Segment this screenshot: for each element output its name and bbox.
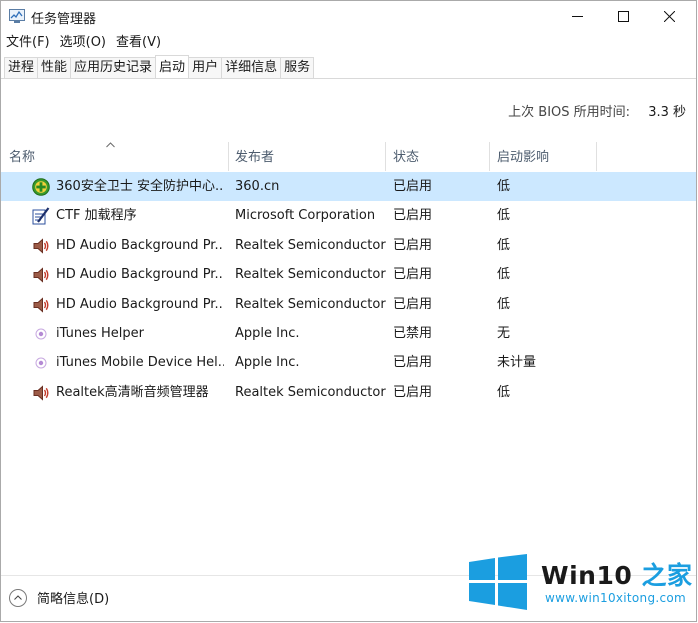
row-name: 360安全卫士 安全防护中心...: [56, 179, 224, 194]
ctf-loader-icon: [32, 207, 50, 225]
row-impact: 无: [497, 325, 511, 341]
tab-processes[interactable]: 进程: [4, 57, 39, 78]
row-status: 已禁用: [393, 325, 433, 341]
table-row[interactable]: Realtek高清晰音频管理器 Realtek Semiconductor 已启…: [1, 378, 696, 407]
chevron-up-icon: [9, 588, 27, 607]
row-impact: 低: [497, 267, 511, 283]
speaker-icon: [33, 267, 49, 283]
menu-bar: 文件(F) 选项(O) 查看(V): [1, 33, 166, 53]
startup-list: 360安全卫士 安全防护中心... 360.cn 已启用 低 CTF 加载程序 …: [1, 172, 696, 407]
row-publisher: Apple Inc.: [235, 355, 300, 371]
fewer-details-label: 简略信息(D): [37, 592, 110, 607]
menu-file[interactable]: 文件(F): [1, 33, 55, 53]
360-shield-icon: [32, 178, 50, 196]
tab-bar: 进程 性能 应用历史记录 启动 用户 详细信息 服务: [1, 55, 696, 79]
row-publisher: Apple Inc.: [235, 325, 300, 341]
speaker-icon: [33, 238, 49, 254]
row-status: 已启用: [393, 296, 433, 312]
row-name: HD Audio Background Pr...: [56, 296, 224, 312]
win10-watermark: Win10 之家 www.win10xitong.com: [467, 554, 697, 610]
row-impact: 低: [497, 179, 511, 194]
itunes-icon: [35, 357, 47, 369]
row-status: 已启用: [393, 179, 433, 194]
column-header-impact[interactable]: 启动影响: [490, 142, 597, 171]
maximize-icon: [617, 11, 629, 22]
bios-time-label: 上次 BIOS 所用时间:: [508, 105, 631, 120]
row-impact: 低: [497, 296, 511, 312]
row-name: HD Audio Background Pr...: [56, 237, 224, 253]
watermark-title-b: 之家: [632, 561, 693, 590]
title-bar: 任务管理器: [1, 1, 696, 32]
minimize-button[interactable]: [554, 1, 600, 32]
row-name: CTF 加载程序: [56, 208, 137, 224]
menu-options[interactable]: 选项(O): [55, 33, 111, 53]
row-status: 已启用: [393, 267, 433, 283]
task-manager-icon: [9, 9, 25, 23]
row-publisher: Realtek Semiconductor: [235, 237, 386, 253]
row-publisher: 360.cn: [235, 179, 280, 194]
table-row[interactable]: HD Audio Background Pr... Realtek Semico…: [1, 260, 696, 289]
minimize-icon: [571, 16, 583, 17]
tab-app-history[interactable]: 应用历史记录: [70, 57, 157, 78]
bios-time-value: 3.3 秒: [648, 105, 686, 120]
window-title: 任务管理器: [31, 12, 97, 27]
maximize-button[interactable]: [600, 1, 646, 32]
table-row[interactable]: iTunes Mobile Device Hel... Apple Inc. 已…: [1, 348, 696, 377]
row-impact: 未计量: [497, 355, 537, 371]
close-button[interactable]: [646, 1, 692, 32]
tab-services[interactable]: 服务: [280, 57, 315, 78]
row-impact: 低: [497, 384, 511, 400]
table-header: 名称 发布者 状态 启动影响: [1, 142, 696, 171]
tab-users[interactable]: 用户: [188, 57, 223, 78]
row-impact: 低: [497, 237, 511, 253]
row-name: iTunes Mobile Device Hel...: [56, 355, 224, 371]
watermark-title: Win10 之家: [541, 556, 692, 592]
windows-logo-icon: [469, 554, 527, 610]
row-publisher: Realtek Semiconductor: [235, 384, 386, 400]
row-status: 已启用: [393, 384, 433, 400]
row-status: 已启用: [393, 208, 433, 224]
tab-details[interactable]: 详细信息: [221, 57, 282, 78]
menu-view[interactable]: 查看(V): [111, 33, 166, 53]
column-header-status[interactable]: 状态: [386, 142, 490, 171]
table-row[interactable]: HD Audio Background Pr... Realtek Semico…: [1, 290, 696, 319]
watermark-title-a: Win10: [541, 561, 633, 590]
table-row[interactable]: CTF 加载程序 Microsoft Corporation 已启用 低: [1, 201, 696, 230]
row-impact: 低: [497, 208, 511, 224]
row-name: Realtek高清晰音频管理器: [56, 384, 209, 400]
bios-time: 上次 BIOS 所用时间: 3.3 秒: [508, 101, 686, 120]
row-name: HD Audio Background Pr...: [56, 267, 224, 283]
row-publisher: Realtek Semiconductor: [235, 267, 386, 283]
table-row[interactable]: 360安全卫士 安全防护中心... 360.cn 已启用 低: [1, 172, 696, 202]
row-publisher: Realtek Semiconductor: [235, 296, 386, 312]
speaker-icon: [33, 296, 49, 313]
column-header-publisher[interactable]: 发布者: [229, 142, 386, 171]
tab-startup[interactable]: 启动: [155, 55, 190, 78]
row-status: 已启用: [393, 237, 433, 253]
table-row[interactable]: HD Audio Background Pr... Realtek Semico…: [1, 231, 696, 260]
task-manager-window: 任务管理器 文件(F) 选项(O) 查看(V) 进程 性能 应用历史记录 启动 …: [0, 0, 697, 622]
itunes-icon: [35, 328, 47, 340]
tab-performance[interactable]: 性能: [37, 57, 72, 78]
fewer-details-button[interactable]: 简略信息(D): [9, 588, 109, 607]
row-name: iTunes Helper: [56, 325, 144, 341]
speaker-icon: [33, 385, 49, 401]
watermark-url: www.win10xitong.com: [545, 591, 687, 605]
row-publisher: Microsoft Corporation: [235, 208, 376, 224]
table-row[interactable]: iTunes Helper Apple Inc. 已禁用 无: [1, 319, 696, 348]
close-icon: [663, 11, 675, 22]
column-header-name[interactable]: 名称: [1, 142, 229, 171]
row-status: 已启用: [393, 355, 433, 371]
